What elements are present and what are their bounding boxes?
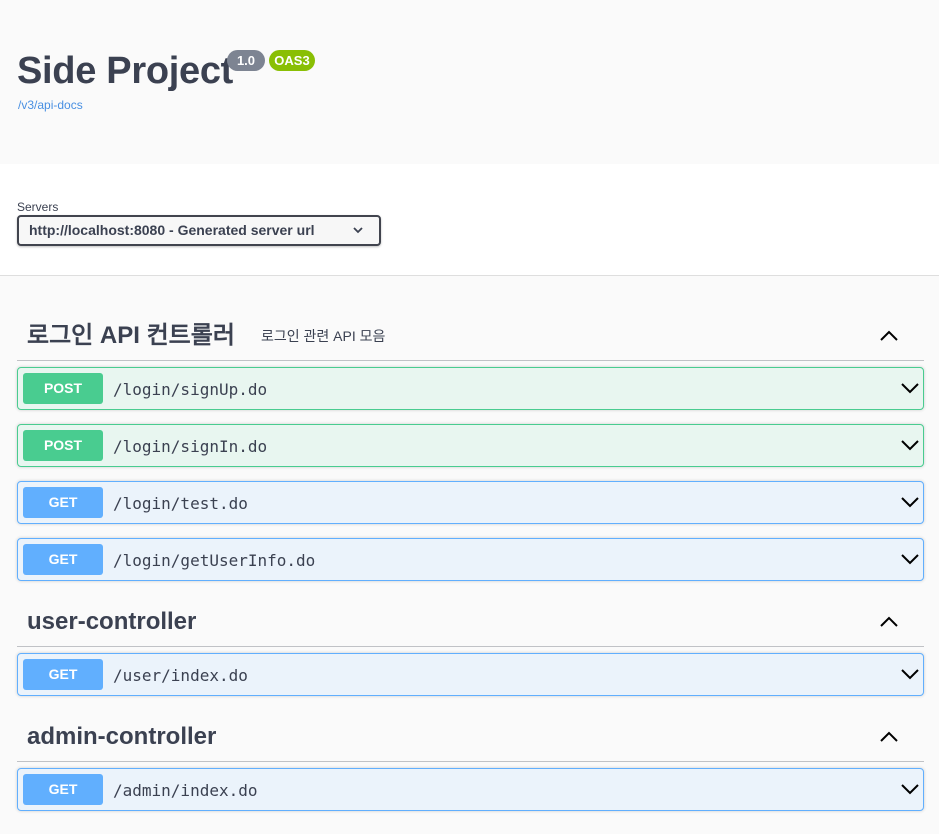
tag-name: admin-controller xyxy=(27,723,217,750)
method-badge: GET xyxy=(23,659,103,690)
tag-header-user-controller[interactable]: user-controller xyxy=(17,597,924,647)
chevron-up-icon[interactable] xyxy=(879,615,899,629)
operation-post-signup[interactable]: POST /login/signUp.do xyxy=(17,367,924,410)
tag-section-user-controller: user-controller xyxy=(17,597,924,647)
tag-name: user-controller xyxy=(27,608,197,635)
page-title: Side Project xyxy=(17,50,234,92)
method-badge: GET xyxy=(23,774,103,805)
version-badge: 1.0 xyxy=(227,50,265,71)
api-docs-link[interactable]: /v3/api-docs xyxy=(18,98,83,112)
tag-name: 로그인 API 컨트롤러 xyxy=(27,322,235,349)
operation-get-admin-index[interactable]: GET /admin/index.do xyxy=(17,768,924,811)
operation-path: /login/signIn.do xyxy=(113,437,268,456)
operation-get-user-index[interactable]: GET /user/index.do xyxy=(17,653,924,696)
chevron-down-icon[interactable] xyxy=(900,438,920,452)
chevron-down-icon[interactable] xyxy=(900,782,920,796)
chevron-down-icon[interactable] xyxy=(900,381,920,395)
servers-section: Servers http://localhost:8080 - Generate… xyxy=(0,164,939,276)
chevron-down-icon xyxy=(353,227,363,234)
server-select-value: http://localhost:8080 - Generated server… xyxy=(29,222,315,238)
server-select[interactable]: http://localhost:8080 - Generated server… xyxy=(17,215,381,246)
chevron-down-icon[interactable] xyxy=(900,495,920,509)
operation-path: /login/test.do xyxy=(113,494,248,513)
operation-post-signin[interactable]: POST /login/signIn.do xyxy=(17,424,924,467)
tag-section-login: 로그인 API 컨트롤러 로그인 관련 API 모음 xyxy=(17,311,924,361)
tag-description: 로그인 관련 API 모음 xyxy=(261,328,386,344)
operation-path: /admin/index.do xyxy=(113,781,258,800)
chevron-up-icon[interactable] xyxy=(879,329,899,343)
tag-header-admin-controller[interactable]: admin-controller xyxy=(17,712,924,762)
tag-section-admin-controller: admin-controller xyxy=(17,712,924,762)
servers-label: Servers xyxy=(17,200,59,214)
operation-path: /login/getUserInfo.do xyxy=(113,551,316,570)
operation-get-userinfo[interactable]: GET /login/getUserInfo.do xyxy=(17,538,924,581)
api-info-header: Side Project 1.0 OAS3 /v3/api-docs xyxy=(0,0,939,164)
chevron-down-icon[interactable] xyxy=(900,667,920,681)
chevron-up-icon[interactable] xyxy=(879,730,899,744)
method-badge: GET xyxy=(23,487,103,518)
tag-header-login[interactable]: 로그인 API 컨트롤러 로그인 관련 API 모음 xyxy=(17,311,924,361)
operation-get-test[interactable]: GET /login/test.do xyxy=(17,481,924,524)
method-badge: GET xyxy=(23,544,103,575)
method-badge: POST xyxy=(23,430,103,461)
oas-badge: OAS3 xyxy=(269,50,315,71)
operation-path: /user/index.do xyxy=(113,666,248,685)
method-badge: POST xyxy=(23,373,103,404)
operation-path: /login/signUp.do xyxy=(113,380,268,399)
chevron-down-icon[interactable] xyxy=(900,552,920,566)
